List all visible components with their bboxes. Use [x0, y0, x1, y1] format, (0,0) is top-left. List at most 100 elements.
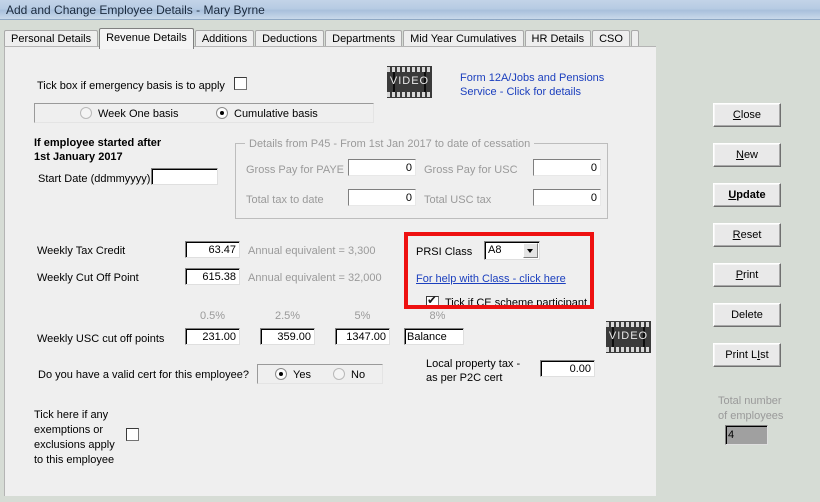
- tab-additions[interactable]: Additions: [194, 30, 255, 47]
- usc-band-3-input[interactable]: [335, 328, 390, 345]
- video-button-usc[interactable]: VIDEO: [606, 321, 651, 353]
- radio-valid-cert-yes-label: Yes: [293, 369, 311, 381]
- tab-cso[interactable]: CSO: [592, 30, 630, 47]
- started-after-label-line2: 1st January 2017: [34, 151, 123, 163]
- print-button-accelerator: P: [735, 269, 744, 281]
- print-list-button[interactable]: Print LIst: [713, 343, 781, 367]
- usc-band-4-rate: 8%: [429, 310, 446, 322]
- tab-hr-details[interactable]: HR Details: [524, 30, 592, 47]
- tab-strip-filler: [630, 30, 639, 47]
- valid-cert-label: Do you have a valid cert for this employ…: [38, 369, 249, 381]
- tab-deductions[interactable]: Deductions: [255, 30, 325, 47]
- usc-band-2-rate: 2.5%: [274, 310, 301, 322]
- weekly-tax-credit-input[interactable]: [185, 241, 240, 258]
- film-perforation-bottom-icon: [606, 347, 651, 352]
- weekly-cut-off-annual-equivalent: Annual equivalent = 32,000: [248, 272, 382, 284]
- radio-cumulative-basis-label: Cumulative basis: [234, 108, 318, 120]
- local-property-tax-input[interactable]: [540, 360, 595, 377]
- close-button-accelerator: C: [732, 109, 741, 121]
- delete-button[interactable]: Delete: [713, 303, 781, 327]
- p45-group-title: Details from P45 - From 1st Jan 2017 to …: [245, 138, 535, 150]
- weekly-tax-credit-annual-equivalent: Annual equivalent = 3,300: [248, 245, 376, 257]
- print-button[interactable]: Print: [713, 263, 781, 287]
- ce-scheme-checkbox[interactable]: [426, 294, 439, 309]
- radio-week-one-basis[interactable]: [80, 107, 92, 119]
- prsi-class-value: A8: [488, 244, 502, 256]
- usc-band-1-input[interactable]: [185, 328, 240, 345]
- reset-button-label: eset: [740, 229, 762, 241]
- tab-revenue-details[interactable]: Revenue Details: [99, 28, 194, 49]
- video-button-label: VIDEO: [389, 75, 430, 87]
- window-title: Add and Change Employee Details - Mary B…: [6, 3, 265, 17]
- window-titlebar: Add and Change Employee Details - Mary B…: [0, 0, 820, 20]
- prsi-class-dropdown[interactable]: A8: [484, 241, 540, 260]
- basis-radio-group: Week One basis Cumulative basis: [34, 103, 374, 123]
- exemptions-label-line3: exclusions apply: [34, 439, 115, 451]
- local-property-tax-label-line1: Local property tax -: [426, 358, 521, 370]
- form12a-link-line2[interactable]: Service - Click for details: [460, 86, 581, 98]
- p45-group-box: [235, 143, 608, 219]
- video-button-form12a[interactable]: VIDEO: [387, 66, 432, 98]
- form12a-link-line1[interactable]: Form 12A/Jobs and Pensions: [460, 72, 604, 84]
- print-list-button-label: Print L: [725, 349, 758, 361]
- prsi-help-link[interactable]: For help with Class - click here: [416, 273, 566, 285]
- film-perforation-bottom-icon: [387, 92, 432, 97]
- gross-pay-paye-label: Gross Pay for PAYE: [246, 164, 345, 176]
- usc-cut-off-points-label: Weekly USC cut off points: [37, 333, 165, 345]
- total-tax-to-date-label: Total tax to date: [246, 194, 324, 206]
- total-employees-value: [725, 425, 768, 445]
- gross-pay-paye-input[interactable]: [348, 159, 416, 176]
- weekly-cut-off-point-label: Weekly Cut Off Point: [37, 272, 139, 284]
- total-employees-label-line2: of employees: [718, 410, 784, 422]
- exemptions-label-line1: Tick here if any: [34, 409, 109, 421]
- weekly-cut-off-point-input[interactable]: [185, 268, 240, 285]
- update-button[interactable]: Update: [713, 183, 781, 207]
- exemptions-checkbox[interactable]: [126, 428, 139, 441]
- usc-band-4-input[interactable]: [404, 328, 464, 345]
- local-property-tax-label-line2: as per P2C cert: [426, 372, 503, 384]
- video-button-label: VIDEO: [608, 330, 649, 342]
- print-list-button-label-tail: st: [760, 349, 769, 361]
- radio-valid-cert-no-label: No: [351, 369, 366, 381]
- chevron-down-icon[interactable]: [523, 243, 538, 258]
- total-employees-label-line1: Total number: [718, 395, 782, 407]
- start-date-label: Start Date (ddmmyyyy): [38, 173, 151, 185]
- weekly-tax-credit-label: Weekly Tax Credit: [37, 245, 126, 257]
- started-after-label-line1: If employee started after: [34, 137, 162, 149]
- total-usc-tax-input[interactable]: [533, 189, 601, 206]
- reset-button[interactable]: Reset: [713, 223, 781, 247]
- radio-valid-cert-no[interactable]: [333, 368, 345, 380]
- reset-button-accelerator: R: [732, 229, 741, 241]
- radio-valid-cert-yes[interactable]: [275, 368, 287, 380]
- close-button-label: lose: [740, 109, 762, 121]
- radio-week-one-basis-label: Week One basis: [98, 108, 179, 120]
- start-date-input[interactable]: [151, 168, 218, 185]
- radio-cumulative-basis[interactable]: [216, 107, 228, 119]
- tab-mid-year-cumulatives[interactable]: Mid Year Cumulatives: [403, 30, 524, 47]
- exemptions-label-line2: exemptions or: [34, 424, 104, 436]
- emergency-basis-label: Tick box if emergency basis is to apply: [37, 80, 225, 92]
- prsi-class-label: PRSI Class: [416, 246, 473, 258]
- print-button-label: rint: [743, 269, 759, 281]
- gross-pay-usc-label: Gross Pay for USC: [424, 164, 518, 176]
- tab-personal-details[interactable]: Personal Details: [4, 30, 99, 47]
- delete-button-label: Delete: [731, 309, 763, 321]
- gross-pay-usc-input[interactable]: [533, 159, 601, 176]
- update-button-label: pdate: [736, 189, 766, 201]
- tab-departments[interactable]: Departments: [325, 30, 403, 47]
- ce-scheme-label: Tick if CE scheme participant: [445, 297, 588, 309]
- tab-strip: Personal Details Revenue Details Additio…: [4, 28, 640, 49]
- new-button-label: ew: [743, 149, 758, 161]
- exemptions-label-line4: to this employee: [34, 454, 115, 466]
- close-button[interactable]: Close: [713, 103, 781, 127]
- new-button[interactable]: New: [713, 143, 781, 167]
- valid-cert-radio-group: Yes No: [257, 364, 383, 384]
- total-tax-to-date-input[interactable]: [348, 189, 416, 206]
- total-usc-tax-label: Total USC tax: [424, 194, 492, 206]
- usc-band-1-rate: 0.5%: [199, 310, 226, 322]
- emergency-basis-checkbox[interactable]: [234, 77, 247, 90]
- usc-band-3-rate: 5%: [354, 310, 371, 322]
- revenue-details-panel: Tick box if emergency basis is to apply …: [4, 46, 656, 496]
- usc-band-2-input[interactable]: [260, 328, 315, 345]
- new-button-accelerator: N: [735, 149, 744, 161]
